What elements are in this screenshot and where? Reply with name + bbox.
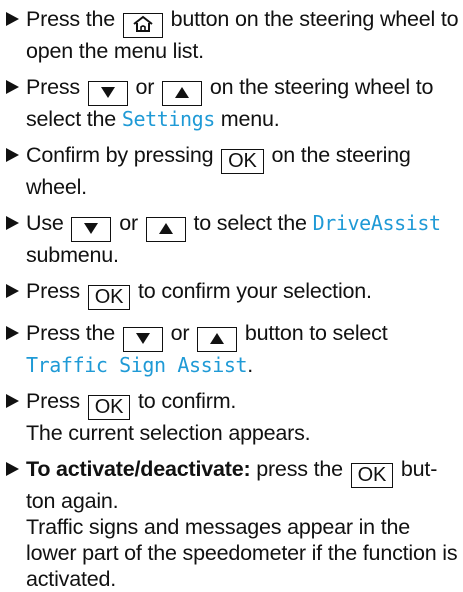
step-text: to confirm your selection. <box>138 279 372 303</box>
step-result-text: The current selection appears. <box>26 421 311 445</box>
up-arrow-icon <box>210 332 225 344</box>
ok-button-key: OK <box>350 463 394 488</box>
instruction-step: Press the or button to select Traffic Si… <box>0 320 463 378</box>
down-button-key <box>71 217 112 242</box>
triangle-right-icon <box>6 394 19 408</box>
step-text: or <box>170 321 190 345</box>
instruction-list: Press the button on the steering wheel t… <box>0 0 463 592</box>
triangle-right-icon <box>6 148 19 162</box>
step-text: Press <box>26 279 80 303</box>
home-button-key <box>122 13 163 38</box>
down-arrow-icon <box>84 222 99 234</box>
menu-name: Traffic Sign Assist <box>26 353 248 377</box>
down-button-key <box>87 81 128 106</box>
up-button-key <box>162 81 203 106</box>
down-arrow-icon <box>100 86 115 98</box>
step-text: Confirm by pressing <box>26 143 214 167</box>
up-arrow-icon <box>175 86 190 98</box>
instruction-step: Press the button on the steering wheel t… <box>0 6 463 64</box>
ok-button-key: OK <box>221 149 264 174</box>
up-button-key <box>197 327 238 352</box>
triangle-right-icon <box>6 284 19 298</box>
menu-name: DriveAssist <box>312 211 441 235</box>
step-text: submenu. <box>26 243 119 267</box>
instruction-step: Press or on the steering wheel to select… <box>0 74 463 132</box>
step-result-text: Traffic signs and messages appear in the… <box>26 515 458 591</box>
home-icon <box>133 15 153 33</box>
triangle-right-icon <box>6 216 19 230</box>
step-text: menu. <box>220 107 280 131</box>
step-text: Press <box>26 75 80 99</box>
instruction-step: To activate/deactivate: press the OK but… <box>0 456 463 592</box>
step-text: . <box>247 353 253 377</box>
step-text: button to select <box>244 321 388 345</box>
step-text: Press the <box>26 321 116 345</box>
step-heading: To activate/deactivate: <box>26 457 251 481</box>
up-arrow-icon <box>158 222 173 234</box>
ok-button-key: OK <box>87 285 131 310</box>
down-arrow-icon <box>135 332 150 344</box>
triangle-right-icon <box>6 326 19 340</box>
step-text: to confirm. <box>138 389 237 413</box>
triangle-right-icon <box>6 462 19 476</box>
instruction-step: Use or to select the DriveAssist submenu… <box>0 210 463 268</box>
menu-name: Settings <box>121 107 216 131</box>
triangle-right-icon <box>6 12 19 26</box>
instruction-step: Confirm by pressing OK on the steering w… <box>0 142 463 200</box>
triangle-right-icon <box>6 80 19 94</box>
step-text: Press <box>26 389 80 413</box>
ok-button-key: OK <box>87 395 131 420</box>
step-text: or <box>119 211 138 235</box>
step-text: Use <box>26 211 64 235</box>
instruction-step: Press OK to confirm. The current selecti… <box>0 388 463 446</box>
step-text: to select the <box>193 211 307 235</box>
step-text: or <box>135 75 155 99</box>
step-text: Press the <box>26 7 116 31</box>
step-text: press the <box>256 457 343 481</box>
up-button-key <box>145 217 186 242</box>
down-button-key <box>122 327 163 352</box>
instruction-step: Press OK to confirm your selection. <box>0 278 463 310</box>
